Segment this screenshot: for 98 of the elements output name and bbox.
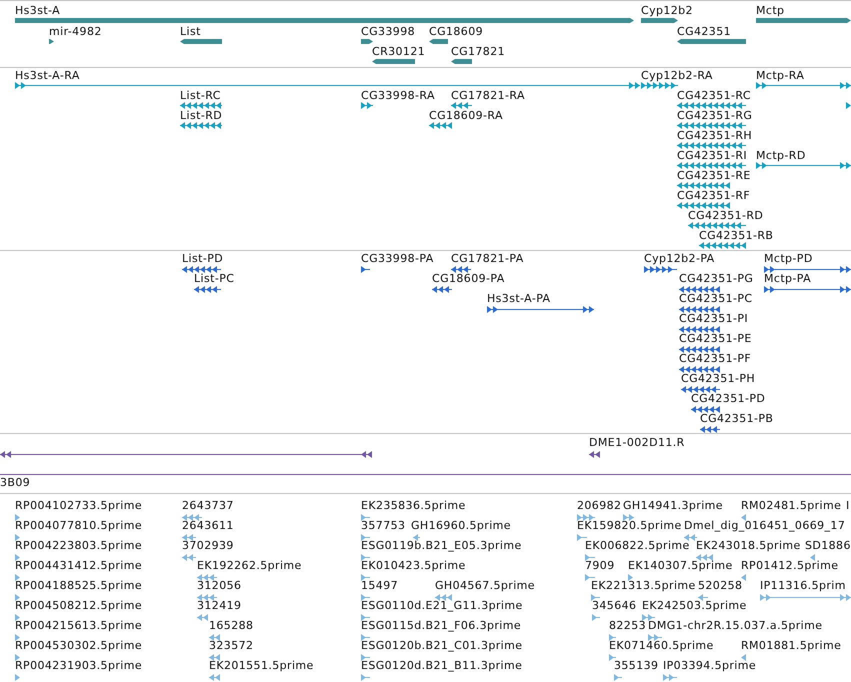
feature-label: CG33998 (361, 26, 415, 38)
feature-label: DME1-002D11.R (589, 437, 685, 449)
feature-label: Mctp-RD (756, 150, 806, 162)
feature-label: CG18609-RA (429, 110, 503, 122)
feature-label: ESG0120d.B21_B11.3prime (361, 660, 522, 672)
feature-label: CG42351-PH (681, 373, 756, 385)
feature-label: EK235836.5prime (361, 500, 466, 512)
feature-label: mir-4982 (49, 26, 102, 38)
feature-label: CG42351-PE (679, 333, 752, 345)
feature-label: List (180, 26, 201, 38)
feature-label: Mctp-PD (764, 253, 813, 265)
feature-label: Cyp12b2 (641, 5, 693, 17)
feature-label: Hs3st-A-RA (15, 70, 80, 82)
feature-label: ESG0120b.B21_C01.3prime (361, 640, 522, 652)
feature-label: 357753 (361, 520, 406, 532)
feature-label: RM01881.5prime (741, 640, 842, 652)
feature-label: RP004077810.5prime (15, 520, 142, 532)
feature-label: RP004188525.5prime (15, 580, 142, 592)
feature-label: ESG0115d.B21_F06.3prime (361, 620, 522, 632)
feature-label: CG42351-PD (691, 393, 766, 405)
feature-label: 15497 (361, 580, 398, 592)
feature-label: EK006822.5prime (585, 540, 690, 552)
feature-label: IP11316.5prim (760, 580, 846, 592)
feature-label: RP004231903.5prime (15, 660, 142, 672)
feature-label: 165288 (209, 620, 254, 632)
feature-label: Mctp-RA (756, 70, 804, 82)
feature-label: 355139 (614, 660, 658, 672)
feature-label: RP004530302.5prime (15, 640, 142, 652)
feature-label: DMG1-chr2R.15.037.a.5prime (648, 620, 822, 632)
feature-label: CG17821 (451, 46, 505, 58)
feature-label: CG42351-PF (679, 353, 752, 365)
feature-label: 3702939 (182, 540, 234, 552)
feature-label: Mctp-PA (764, 273, 812, 285)
feature-label: 312419 (197, 600, 242, 612)
feature-label: GH14941.3prime (623, 500, 723, 512)
feature-label: CR30121 (372, 46, 426, 58)
feature-label: 323572 (209, 640, 254, 652)
feature-label: IP03394.5prime (663, 660, 756, 672)
feature-label: CG33998-PA (361, 253, 434, 265)
feature-label: 7909 (585, 560, 615, 572)
feature-label: CG42351-PG (679, 273, 754, 285)
feature-label: GH16960.5prime (411, 520, 511, 532)
feature-label: EK071460.5prime (609, 640, 714, 652)
feature-label: CG18609 (429, 26, 483, 38)
feature-label: RM02481.5prime (741, 500, 842, 512)
feature-label: 2643611 (182, 520, 234, 532)
feature-label: CG42351-RH (677, 130, 752, 142)
feature-label: I (846, 500, 850, 512)
feature-label: RP004431412.5prime (15, 560, 142, 572)
feature-label: CG42351-PC (679, 293, 752, 305)
feature-label: Cyp12b2-PA (644, 253, 715, 265)
feature-label: CG42351-PI (679, 313, 748, 325)
feature-label: EK242503.5prime (642, 600, 747, 612)
feature-label: RP004102733.5prime (15, 500, 142, 512)
feature-label: EK140307.5prime (628, 560, 733, 572)
feature-label: CG33998-RA (361, 90, 435, 102)
feature-label: EK010423.5prime (361, 560, 466, 572)
feature-label: List-PD (182, 253, 224, 265)
feature-label: CG42351-RI (677, 150, 748, 162)
feature-label: 3B09 (0, 477, 30, 489)
feature-label: Cyp12b2-RA (641, 70, 713, 82)
feature-label: RP004223803.5prime (15, 540, 142, 552)
feature-label: RP004508212.5prime (15, 600, 142, 612)
feature-label: EK159820.5prime (577, 520, 682, 532)
feature-label: EK201551.5prime (209, 660, 314, 672)
feature-label: ESG0119b.B21_E05.3prime (361, 540, 522, 552)
feature-label: CG42351-RC (677, 90, 751, 102)
feature-label: List-RD (180, 110, 222, 122)
feature-label: SD1886 (805, 540, 851, 552)
feature-label: Hs3st-A-PA (487, 293, 550, 305)
feature-label: EK221313.5prime (591, 580, 696, 592)
feature-label: Hs3st-A (15, 5, 60, 17)
feature-label: 312056 (197, 580, 242, 592)
feature-label: 82253 (609, 620, 646, 632)
feature-label: CG42351-RG (677, 110, 752, 122)
feature-label: 520258 (698, 580, 742, 592)
feature-label: List-PC (194, 273, 234, 285)
feature-label: 206982 (577, 500, 622, 512)
feature-label: CG17821-RA (451, 90, 525, 102)
feature-label: CG42351-PB (700, 413, 774, 425)
feature-label: CG42351-RE (677, 170, 751, 182)
feature-label: CG42351-RD (688, 210, 764, 222)
feature-label: CG18609-PA (432, 273, 505, 285)
feature-label: CG17821-PA (451, 253, 524, 265)
feature-label: RP004215613.5prime (15, 620, 142, 632)
feature-label: GH04567.5prime (435, 580, 535, 592)
feature-label: CG42351-RB (699, 230, 774, 242)
feature-label: CG42351-RF (677, 190, 750, 202)
feature-label: Dmel_dig_016451_0669_17 (684, 520, 846, 532)
feature-label: List-RC (180, 90, 221, 102)
feature-label: 345646 (592, 600, 636, 612)
feature-label: Mctp (756, 5, 784, 17)
feature-label: 2643737 (182, 500, 234, 512)
feature-label: RP01412.5prime (741, 560, 838, 572)
feature-label: ESG0110d.E21_G11.3prime (361, 600, 523, 612)
feature-label: EK192262.5prime (197, 560, 302, 572)
feature-label: CG42351 (677, 26, 731, 38)
feature-label: EK243018.5prime (696, 540, 801, 552)
